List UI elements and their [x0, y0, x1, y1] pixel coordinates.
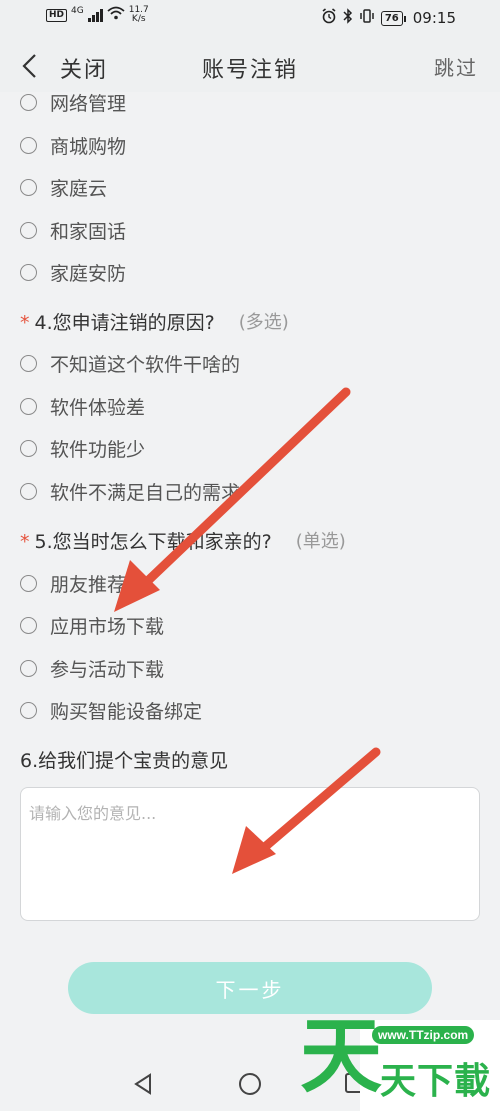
radio-icon[interactable]	[20, 178, 37, 196]
required-mark: *	[20, 531, 30, 553]
option-q4-4[interactable]: 软件不满足自己的需求	[20, 476, 240, 506]
question-4-tag: (多选)	[238, 312, 289, 333]
option-label: 不知道这个软件干啥的	[50, 353, 241, 376]
status-time: 09:15	[412, 9, 456, 27]
option-label: 家庭安防	[50, 262, 127, 285]
option-q3-4[interactable]: 和家固话	[20, 215, 126, 245]
nav-bar: 关闭 账号注销 跳过	[0, 40, 500, 92]
option-label: 家庭云	[50, 177, 108, 200]
wifi-icon	[107, 6, 125, 24]
speed-unit: K/s	[131, 14, 146, 24]
watermark-url: www.TTzip.com	[372, 1026, 475, 1044]
skip-button[interactable]: 跳过	[434, 52, 478, 81]
watermark-logo-char: 天	[300, 1009, 383, 1104]
option-q3-2[interactable]: 商城购物	[20, 130, 126, 160]
page-title: 账号注销	[201, 58, 298, 83]
option-q5-3[interactable]: 参与活动下载	[20, 653, 164, 683]
question-4-text: 4.您申请注销的原因?	[34, 311, 215, 334]
radio-icon[interactable]	[20, 397, 37, 415]
question-4: * 4.您申请注销的原因? (多选)	[20, 306, 289, 336]
option-label: 软件不满足自己的需求	[50, 481, 241, 504]
required-mark: *	[20, 312, 30, 334]
option-label: 和家固话	[50, 220, 127, 243]
back-triangle-icon[interactable]	[132, 1072, 154, 1100]
feedback-input[interactable]	[20, 787, 480, 921]
survey-content[interactable]: 网络管理 商城购物 家庭云 和家固话 家庭安防 * 4.您申请注销的原因? (多…	[0, 92, 500, 1060]
option-q4-1[interactable]: 不知道这个软件干啥的	[20, 348, 240, 378]
bluetooth-icon	[343, 8, 353, 28]
option-label: 软件功能少	[50, 438, 146, 461]
question-6-text: 6.给我们提个宝贵的意见	[20, 749, 229, 772]
radio-icon[interactable]	[20, 439, 37, 457]
network-type: 4G	[71, 6, 84, 16]
site-watermark: 天 www.TTzip.com 天下載	[300, 1010, 500, 1111]
alarm-icon	[321, 8, 337, 28]
option-q5-4[interactable]: 购买智能设备绑定	[20, 695, 202, 725]
option-q3-3[interactable]: 家庭云	[20, 172, 107, 202]
option-label: 网络管理	[50, 92, 127, 115]
option-q4-3[interactable]: 软件功能少	[20, 433, 145, 463]
option-label: 商城购物	[50, 135, 127, 158]
option-label: 朋友推荐	[50, 573, 127, 596]
option-label: 软件体验差	[50, 396, 146, 419]
status-right: 76 09:15	[321, 8, 456, 28]
question-6: 6.给我们提个宝贵的意见	[20, 744, 228, 774]
option-label: 购买智能设备绑定	[50, 700, 203, 723]
radio-icon[interactable]	[20, 263, 37, 281]
radio-icon[interactable]	[20, 616, 37, 634]
next-step-button[interactable]: 下一步	[68, 962, 432, 1014]
network-speed: 11.7 K/s	[129, 6, 149, 24]
radio-icon[interactable]	[20, 482, 37, 500]
option-label: 应用市场下载	[50, 615, 165, 638]
watermark-text: 天下載	[380, 1061, 492, 1102]
radio-icon[interactable]	[20, 574, 37, 592]
status-left: HD 4G 11.7 K/s	[46, 6, 149, 24]
radio-icon[interactable]	[20, 93, 37, 111]
hd-badge: HD	[46, 8, 68, 22]
question-5-tag: (单选)	[295, 531, 346, 552]
signal-icon	[87, 8, 103, 22]
radio-icon[interactable]	[20, 354, 37, 372]
option-q4-2[interactable]: 软件体验差	[20, 391, 145, 421]
option-q3-5[interactable]: 家庭安防	[20, 257, 126, 287]
battery-icon: 76	[380, 10, 406, 26]
radio-icon[interactable]	[20, 659, 37, 677]
option-q3-1[interactable]: 网络管理	[20, 92, 126, 117]
option-q5-2[interactable]: 应用市场下载	[20, 610, 164, 640]
question-5-text: 5.您当时怎么下载和家亲的?	[34, 530, 272, 553]
radio-icon[interactable]	[20, 221, 37, 239]
question-5: * 5.您当时怎么下载和家亲的? (单选)	[20, 525, 346, 555]
status-bar: HD 4G 11.7 K/s 76 09:15	[0, 0, 500, 40]
radio-icon[interactable]	[20, 701, 37, 719]
radio-icon[interactable]	[20, 136, 37, 154]
vibrate-icon	[359, 9, 375, 27]
option-label: 参与活动下载	[50, 658, 165, 681]
home-circle-icon[interactable]	[238, 1072, 262, 1100]
option-q5-1[interactable]: 朋友推荐	[20, 568, 126, 598]
